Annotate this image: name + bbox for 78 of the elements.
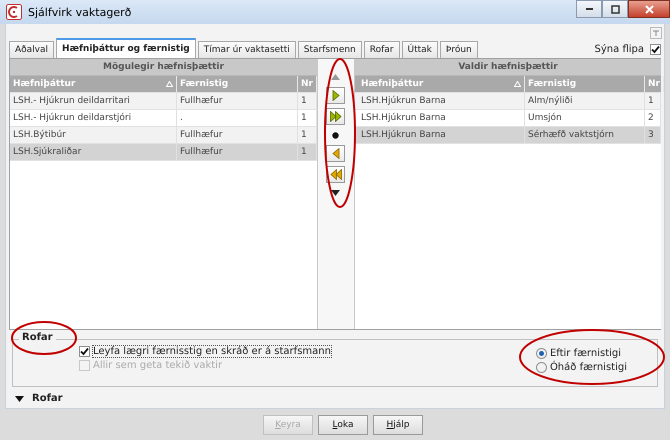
maximize-icon <box>610 4 620 14</box>
table-cell: Sérhæfð vaktstjórn <box>524 127 645 143</box>
table-title: Mögulegir hæfnisþættir <box>10 59 317 76</box>
table-row[interactable]: LSH.Býtibúr Fullhæfur 1 <box>10 127 317 144</box>
column-header-label: Hæfniþáttur <box>13 78 76 91</box>
table-cell: 1 <box>298 93 317 109</box>
dialog-button[interactable]: Loka <box>318 415 368 435</box>
close-icon <box>644 4 654 14</box>
dialog-button[interactable]: Hjálp <box>373 415 423 435</box>
radio-label: Eftir færnistigi <box>550 348 622 359</box>
show-tabs-label: Sýna flipa <box>594 44 644 55</box>
table-cell: Alm/nýliði <box>524 93 645 109</box>
table-title: Valdir hæfnisþættir <box>354 59 661 76</box>
column-header-label: Færnistig <box>528 78 576 91</box>
table-cell: Fullhæfur <box>177 127 298 143</box>
arrow-left-icon <box>332 148 340 159</box>
table-cell: 1 <box>298 127 317 143</box>
maximize-button[interactable] <box>602 0 628 18</box>
table-cell: LSH.- Hjúkrun deildarstjóri <box>10 110 177 126</box>
table-cell: Fullhæfur <box>177 144 298 160</box>
close-button[interactable] <box>628 0 670 18</box>
tab[interactable]: Starfsmenn <box>298 41 362 58</box>
table-cell: . <box>177 110 298 126</box>
app-logo-icon <box>6 4 22 20</box>
triangle-down-icon <box>331 190 340 196</box>
tab[interactable]: Úttak <box>402 41 438 58</box>
window-title: Sjálfvirk vaktagerð <box>28 6 132 18</box>
column-header-label: Færnistig <box>180 78 228 91</box>
triangle-up-icon <box>331 74 340 80</box>
tab[interactable]: Tímar úr vaktasetti <box>198 41 296 58</box>
column-header-label: Nr <box>301 78 313 91</box>
column-header-label: Hæfniþáttur <box>360 78 424 91</box>
table-cell: 1 <box>298 144 317 160</box>
table-row[interactable]: LSH.Hjúkrun Barna Alm/nýliði 1 <box>354 93 661 110</box>
section-title[interactable]: Rofar <box>32 393 63 404</box>
dot-icon <box>332 132 340 138</box>
minimize-button[interactable] <box>576 0 602 18</box>
table-cell: Umsjón <box>524 110 645 126</box>
add-all-button[interactable] <box>326 108 346 125</box>
table-cell: LSH.Sjúkraliðar <box>10 144 177 160</box>
table-row[interactable]: LSH.Sjúkraliðar Fullhæfur 1 <box>10 144 317 161</box>
checkbox-label: Leyfa lægri færnisstig en skráð er á starfsmann <box>93 346 331 357</box>
radio-label: Óháð færnistigi <box>550 362 627 373</box>
minimize-icon <box>586 8 592 10</box>
table-cell: 1 <box>644 93 661 109</box>
remove-button[interactable] <box>326 145 346 162</box>
arrow-right-icon <box>332 90 340 101</box>
sort-triangle-icon <box>166 81 173 87</box>
show-tabs-checkbox[interactable] <box>650 44 661 55</box>
sort-triangle-icon <box>514 81 521 87</box>
table-cell: 2 <box>644 110 661 126</box>
table-row[interactable]: LSH.- Hjúkrun deildarritari Fullhæfur 1 <box>10 93 317 110</box>
table-cell: LSH.Hjúkrun Barna <box>354 127 525 143</box>
tab[interactable]: Hæfniþáttur og færnistig <box>56 38 196 58</box>
checkmark-icon <box>651 45 660 54</box>
add-button[interactable] <box>326 87 346 104</box>
radio-button[interactable] <box>536 348 547 359</box>
triangle-down-icon[interactable] <box>15 396 24 402</box>
table-cell: 1 <box>298 110 317 126</box>
table-cell: 3 <box>644 127 661 143</box>
double-arrow-left-icon <box>330 169 342 180</box>
table-cell: LSH.Býtibúr <box>10 127 177 143</box>
tab[interactable]: Aðalval <box>9 41 54 58</box>
table-cell: LSH.Hjúkrun Barna <box>354 110 525 126</box>
tab[interactable]: Rofar <box>364 41 400 58</box>
group-title: Rofar <box>19 332 56 343</box>
table-cell: Fullhæfur <box>177 93 298 109</box>
table-cell: LSH.Hjúkrun Barna <box>354 93 525 109</box>
tab[interactable]: Þróun <box>440 41 478 58</box>
checkbox[interactable] <box>79 346 90 357</box>
annotation-ellipse <box>11 321 77 355</box>
double-arrow-right-icon <box>330 111 342 122</box>
column-header-label: Nr <box>648 78 660 91</box>
checkmark-icon <box>80 347 89 356</box>
table-cell: LSH.- Hjúkrun deildarritari <box>10 93 177 109</box>
radio-button[interactable] <box>536 362 547 373</box>
checkbox-label: Allir sem geta tekið vaktir <box>93 360 222 371</box>
table-row[interactable]: LSH.Hjúkrun Barna Sérhæfð vaktstjórn 3 <box>354 127 661 144</box>
